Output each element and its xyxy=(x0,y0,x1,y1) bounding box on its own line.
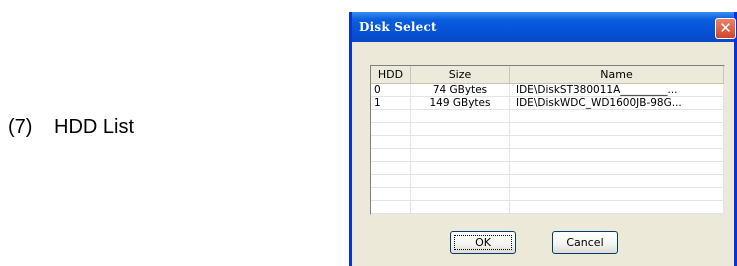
empty-row xyxy=(371,136,724,149)
ok-button[interactable]: OK xyxy=(450,231,516,254)
caption-number: (7) xyxy=(8,116,33,138)
hdd-cell: 1 xyxy=(371,97,411,109)
table-row[interactable]: 1 149 GBytes IDE\DiskWDC_WD1600JB-98G... xyxy=(371,97,724,110)
name-cell: IDE\DiskWDC_WD1600JB-98G... xyxy=(510,97,724,109)
empty-row xyxy=(371,201,724,214)
list-header: HDD Size Name xyxy=(371,66,724,84)
empty-row xyxy=(371,188,724,201)
size-cell: 74 GBytes xyxy=(411,84,510,96)
dialog-title: Disk Select xyxy=(359,20,437,34)
hdd-list[interactable]: HDD Size Name 0 74 GBytes IDE\DiskST3800… xyxy=(370,65,725,215)
empty-row xyxy=(371,162,724,175)
empty-row xyxy=(371,149,724,162)
name-cell: IDE\DiskST380011A_________... xyxy=(510,84,724,96)
column-header-name[interactable]: Name xyxy=(510,66,724,83)
table-row[interactable]: 0 74 GBytes IDE\DiskST380011A_________..… xyxy=(371,84,724,97)
title-bar[interactable]: Disk Select ✕ xyxy=(352,12,736,42)
empty-row xyxy=(371,175,724,188)
disk-select-dialog: Disk Select ✕ HDD Size Name 0 74 GBytes … xyxy=(349,12,737,266)
close-icon[interactable]: ✕ xyxy=(715,18,736,39)
ok-button-label: OK xyxy=(454,235,512,250)
empty-row xyxy=(371,123,724,136)
column-header-hdd[interactable]: HDD xyxy=(371,66,411,83)
cancel-button[interactable]: Cancel xyxy=(552,231,618,254)
empty-row xyxy=(371,110,724,123)
section-caption: (7) HDD List xyxy=(8,116,134,139)
caption-text: HDD List xyxy=(54,116,135,138)
size-cell: 149 GBytes xyxy=(411,97,510,109)
hdd-cell: 0 xyxy=(371,84,411,96)
column-header-size[interactable]: Size xyxy=(411,66,510,83)
